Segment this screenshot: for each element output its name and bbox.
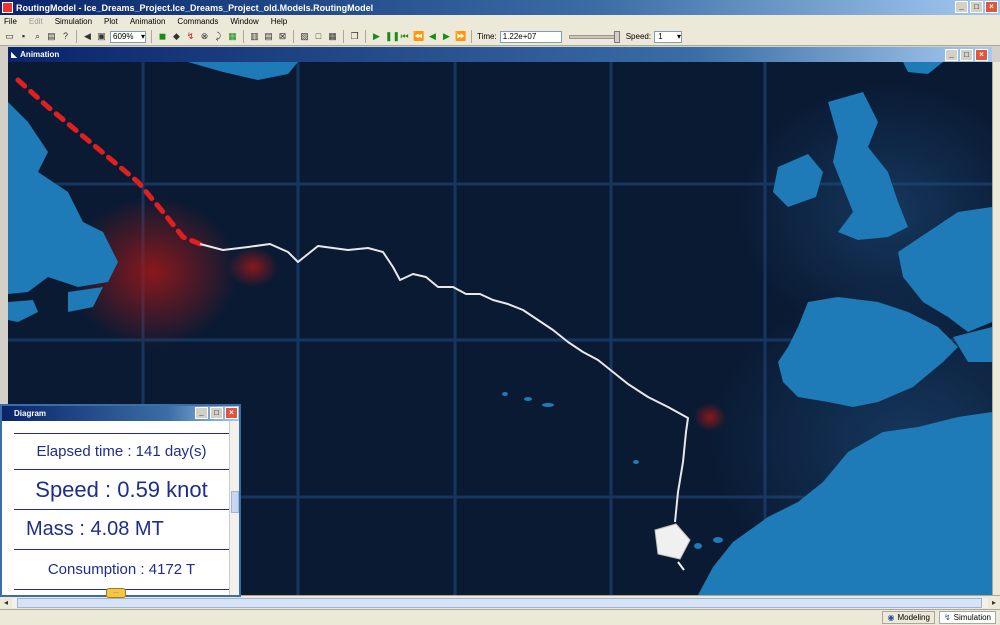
menu-edit[interactable]: Edit [29,17,43,26]
animation-window-title: Animation [20,50,60,59]
animation-window-controls: _ □ × [945,49,988,61]
zoom-value: 609% [113,31,134,41]
animation-icon: ◣ [11,50,18,59]
speed-label: Speed: [625,32,652,41]
scroll-right-icon[interactable]: ▸ [988,597,1000,609]
maximize-button[interactable]: □ [970,1,983,13]
scroll-track[interactable] [12,597,988,608]
scroll-thumb[interactable] [17,597,982,608]
toolbar-separator [365,30,366,43]
rewind-start-icon[interactable]: ⏮ [399,31,410,42]
rewind-icon[interactable]: ⏪ [413,31,424,42]
toolbar: ▭ ▪ ⌕ ▤ ? ◀ ▣ 609% ▾ ◼ ◆ ↯ ⊗ ⤸ ▦ ▥ ▤ ⊠ ▧ … [0,28,1000,46]
speed-select[interactable]: 1 ▾ [654,30,683,43]
diagram-minimize-button[interactable]: _ [195,407,208,419]
time-slider[interactable] [568,30,620,43]
app-icon [2,2,13,13]
back-icon[interactable]: ◀ [82,31,93,42]
horizontal-scrollbar[interactable]: ◂ ▸ [0,595,1000,609]
save-icon[interactable]: ▪ [18,31,29,42]
modeling-label: Modeling [897,613,930,622]
menu-bar: File Edit Simulation Plot Animation Comm… [0,15,1000,28]
time-field[interactable]: 1.22e+07 [499,30,562,43]
diagram-window-controls: _ □ × [195,407,238,419]
simulation-label: Simulation [953,613,991,622]
status-bar: ◉ Modeling ↯ Simulation [0,609,1000,625]
animation-close-button[interactable]: × [975,49,988,61]
menu-animation[interactable]: Animation [130,17,166,26]
toolbar-separator [343,30,344,43]
window-title: RoutingModel - Ice_Dreams_Project.Ice_Dr… [16,2,374,13]
animation-vertical-scrollbar[interactable] [992,62,1000,595]
animation-window-title-bar: ◣ Animation _ □ × [8,47,992,62]
step-icon[interactable]: ⤸ [213,31,224,42]
heat-zone [694,403,726,431]
frame-view-icon[interactable]: □ [313,31,324,42]
modeling-mode-button[interactable]: ◉ Modeling [882,611,935,624]
close-button[interactable]: × [985,1,998,13]
print-icon[interactable]: ▤ [46,31,57,42]
toolbar-separator [243,30,244,43]
check-icon[interactable]: ◼ [157,31,168,42]
diagram-maximize-button[interactable]: □ [210,407,223,419]
minimize-button[interactable]: _ [955,1,968,13]
simulation-icon: ↯ [943,613,951,622]
mass-readout: Mass : 4.08 MT [14,510,229,550]
chevron-down-icon: ▾ [677,31,682,41]
diagram-title-bar: Diagram _ □ × [2,406,239,421]
menu-help[interactable]: Help [271,17,287,26]
connector-grip-icon[interactable]: ··· [106,588,126,598]
grid-view-icon[interactable]: ▦ [327,31,338,42]
play-icon[interactable]: ▶ [371,31,382,42]
diagram-close-button[interactable]: × [225,407,238,419]
step-forward-icon[interactable]: ▶ [441,31,452,42]
stop-icon[interactable]: ⊗ [199,31,210,42]
layout-1-icon[interactable]: ▥ [249,31,260,42]
menu-plot[interactable]: Plot [104,17,118,26]
menu-window[interactable]: Window [230,17,258,26]
toolbar-separator [471,30,472,43]
modeling-icon: ◉ [887,613,895,622]
speed-value: 1 [658,31,663,41]
menu-simulation[interactable]: Simulation [55,17,92,26]
app-title-bar: RoutingModel - Ice_Dreams_Project.Ice_Dr… [0,0,1000,15]
search-icon[interactable]: ⌕ [32,31,43,42]
time-slider-thumb[interactable] [613,30,620,43]
window-controls: _ □ × [955,1,998,13]
simulation-mode-button[interactable]: ↯ Simulation [938,611,996,624]
animation-maximize-button[interactable]: □ [960,49,973,61]
consumption-readout: Consumption : 4172 T [14,550,229,590]
open-icon[interactable]: ▭ [4,31,15,42]
zoom-select[interactable]: 609% ▾ [110,30,146,43]
model-icon[interactable]: ▣ [96,31,107,42]
plot-icon[interactable]: ↯ [185,31,196,42]
simulate-icon[interactable]: ◆ [171,31,182,42]
pause-icon[interactable]: ❚❚ [385,31,400,42]
animation-minimize-button[interactable]: _ [945,49,958,61]
diagram-view-icon[interactable]: ▧ [299,31,310,42]
diagram-content: Elapsed time : 141 day(s) Speed : 0.59 k… [14,423,229,595]
diagram-window[interactable]: Diagram _ □ × Elapsed time : 141 day(s) … [0,404,241,598]
heat-zone [228,247,278,287]
fast-forward-icon[interactable]: ⏩ [455,31,466,42]
elapsed-time-readout: Elapsed time : 141 day(s) [14,433,229,470]
menu-file[interactable]: File [4,17,17,26]
step-back-icon[interactable]: ◀ [427,31,438,42]
toolbar-separator [293,30,294,43]
toolbar-separator [151,30,152,43]
scroll-left-icon[interactable]: ◂ [0,597,12,609]
layout-2-icon[interactable]: ▤ [263,31,274,42]
windows-icon[interactable]: ❐ [349,31,360,42]
diagram-vertical-scrollbar[interactable] [229,421,239,595]
help-icon[interactable]: ? [60,31,71,42]
menu-commands[interactable]: Commands [177,17,218,26]
diagram-scroll-thumb[interactable] [231,491,239,513]
speed-readout: Speed : 0.59 knot [14,470,229,510]
diagram-title: Diagram [14,409,47,418]
export-icon[interactable]: ▦ [227,31,238,42]
chevron-down-icon: ▾ [140,31,145,41]
toolbar-separator [76,30,77,43]
clear-icon[interactable]: ⊠ [277,31,288,42]
time-label: Time: [477,32,497,41]
